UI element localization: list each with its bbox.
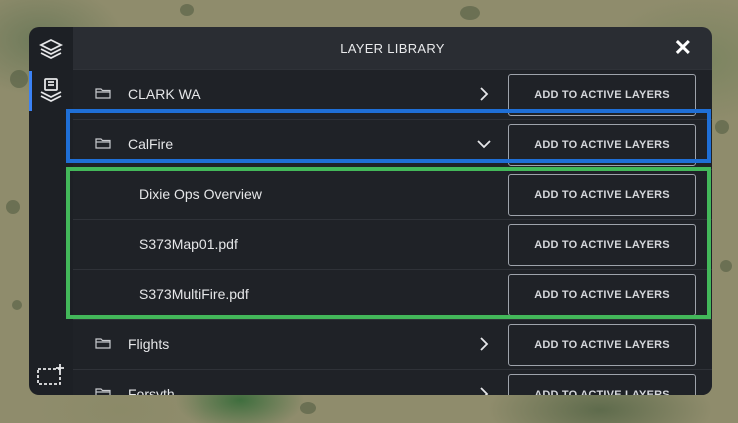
folder-icon: [95, 388, 111, 395]
row-label: Flights: [128, 336, 170, 352]
file-row-s373multifire[interactable]: S373MultiFire.pdf ADD TO ACTIVE LAYERS: [73, 269, 712, 319]
folder-icon: [95, 88, 111, 99]
chevron-right-icon[interactable]: [476, 336, 492, 352]
file-row-dixie-ops-overview[interactable]: Dixie Ops Overview ADD TO ACTIVE LAYERS: [73, 169, 712, 219]
layers-icon: [39, 38, 63, 60]
folder-row-calfire[interactable]: CalFire ADD TO ACTIVE LAYERS: [73, 119, 712, 169]
layer-library-icon: [40, 78, 62, 103]
layers-button[interactable]: [29, 27, 73, 71]
add-to-active-layers-button[interactable]: ADD TO ACTIVE LAYERS: [508, 274, 696, 316]
add-to-active-layers-button[interactable]: ADD TO ACTIVE LAYERS: [508, 224, 696, 266]
add-to-active-layers-button[interactable]: ADD TO ACTIVE LAYERS: [508, 374, 696, 395]
file-row-s373map01[interactable]: S373Map01.pdf ADD TO ACTIVE LAYERS: [73, 219, 712, 269]
row-label: CLARK WA: [128, 86, 201, 102]
folder-icon: [95, 138, 111, 149]
row-label: S373MultiFire.pdf: [139, 286, 249, 302]
add-to-active-layers-button[interactable]: ADD TO ACTIVE LAYERS: [508, 124, 696, 166]
chevron-down-icon[interactable]: [476, 136, 492, 152]
folder-row-clark-wa[interactable]: CLARK WA ADD TO ACTIVE LAYERS: [73, 69, 712, 119]
panel-title: LAYER LIBRARY: [340, 40, 445, 56]
row-label: Dixie Ops Overview: [139, 186, 262, 202]
add-to-active-layers-button[interactable]: ADD TO ACTIVE LAYERS: [508, 174, 696, 216]
panel-header: LAYER LIBRARY ✕: [73, 27, 712, 69]
add-area-button[interactable]: [29, 353, 73, 397]
row-label: CalFire: [128, 136, 174, 152]
add-area-icon: [37, 364, 64, 385]
side-rail: [29, 27, 73, 395]
folder-row-forsyth[interactable]: Forsyth ADD TO ACTIVE LAYERS: [73, 369, 712, 395]
add-to-active-layers-button[interactable]: ADD TO ACTIVE LAYERS: [508, 324, 696, 366]
layer-library-button[interactable]: [29, 69, 73, 113]
layer-library-panel: LAYER LIBRARY ✕ CLARK WA ADD TO ACTIVE L…: [73, 27, 712, 395]
add-to-active-layers-button[interactable]: ADD TO ACTIVE LAYERS: [508, 74, 696, 116]
close-icon[interactable]: ✕: [672, 37, 694, 59]
chevron-right-icon[interactable]: [476, 86, 492, 102]
row-label: Forsyth: [128, 386, 175, 395]
folder-row-flights[interactable]: Flights ADD TO ACTIVE LAYERS: [73, 319, 712, 369]
row-label: S373Map01.pdf: [139, 236, 238, 252]
folder-icon: [95, 338, 111, 349]
chevron-right-icon[interactable]: [476, 386, 492, 395]
